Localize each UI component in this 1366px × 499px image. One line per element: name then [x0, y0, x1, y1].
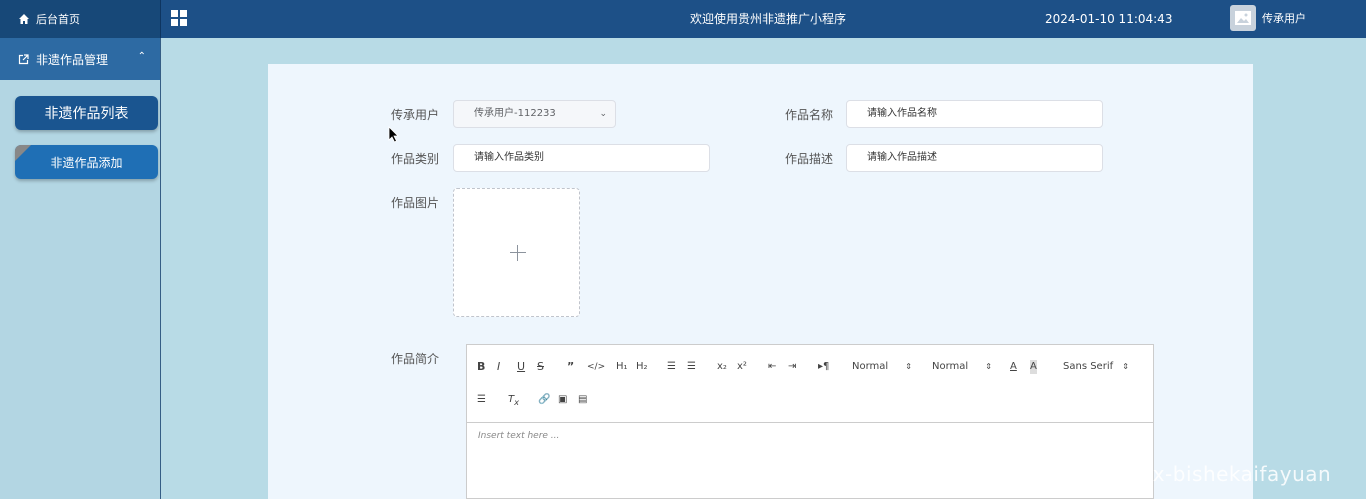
intro-label: 作品简介	[391, 352, 440, 366]
code-block-icon[interactable]: </>	[587, 360, 605, 374]
home-icon	[19, 14, 29, 24]
strike-icon[interactable]: S	[537, 360, 544, 374]
user-label: 传承用户	[391, 108, 440, 122]
bullet-list-icon[interactable]: ☰	[687, 360, 696, 374]
chevron-up-icon: ⌃	[137, 51, 146, 62]
bold-icon[interactable]: B	[477, 360, 485, 374]
image-upload[interactable]	[453, 188, 580, 317]
app-title: 欢迎使用贵州非遗推广小程序	[690, 12, 847, 26]
top-bar: 后台首页 欢迎使用贵州非遗推广小程序 2024-01-10 11:04:43 传…	[0, 0, 1366, 38]
corner-fold	[15, 145, 31, 161]
external-link-icon	[18, 53, 29, 64]
sidebar-item-label: 非遗作品添加	[50, 155, 123, 170]
updown-icon: ⇕	[985, 362, 992, 371]
updown-icon: ⇕	[905, 362, 912, 371]
blockquote-icon[interactable]: ”	[567, 360, 574, 374]
sidebar-group-label: 非遗作品管理	[36, 52, 109, 67]
ordered-list-icon[interactable]: ☰	[667, 360, 676, 374]
user-select-value: 传承用户-112233	[474, 108, 556, 119]
home-link[interactable]: 后台首页	[0, 0, 161, 38]
superscript-icon[interactable]: x²	[737, 360, 747, 374]
font-color-icon[interactable]: A	[1010, 360, 1017, 374]
font-select[interactable]: Sans Serif ⇕	[1063, 360, 1129, 374]
user-select[interactable]: 传承用户-112233 ⌄	[453, 100, 616, 128]
header1-icon[interactable]: H₁	[616, 360, 628, 374]
background-color-icon[interactable]: A	[1030, 360, 1037, 374]
updown-icon: ⇕	[1122, 362, 1129, 371]
header-select[interactable]: Normal ⇕	[852, 360, 912, 374]
image-icon	[1235, 11, 1251, 25]
rich-text-editor: B I U S ” </> H₁ H₂ ☰ ☰ x₂ x² ⇤ ⇥ ▸¶ Nor…	[466, 344, 1154, 499]
name-input[interactable]: 请输入作品名称	[846, 100, 1103, 128]
desc-label: 作品描述	[785, 152, 834, 166]
sidebar: 非遗作品管理 ⌃ 非遗作品列表 非遗作品添加	[0, 38, 161, 499]
video-icon[interactable]: ▤	[578, 393, 587, 407]
image-label: 作品图片	[391, 196, 440, 210]
clear-format-icon[interactable]: Tx	[508, 393, 519, 407]
italic-icon[interactable]: I	[497, 360, 500, 374]
editor-toolbar: B I U S ” </> H₁ H₂ ☰ ☰ x₂ x² ⇤ ⇥ ▸¶ Nor…	[467, 345, 1153, 423]
text-direction-icon[interactable]: ▸¶	[818, 360, 829, 374]
sidebar-item-label: 非遗作品列表	[44, 106, 129, 122]
desc-input[interactable]: 请输入作品描述	[846, 144, 1103, 172]
underline-icon[interactable]: U	[517, 360, 525, 374]
editor-body[interactable]: Insert text here ...	[478, 431, 559, 441]
header2-icon[interactable]: H₂	[636, 360, 648, 374]
sidebar-item-works-list[interactable]: 非遗作品列表	[15, 96, 158, 130]
watermark: CSDN @vx-bishekaifayuan	[1054, 462, 1332, 486]
indent-icon[interactable]: ⇥	[788, 360, 796, 374]
mouse-cursor-icon	[388, 126, 399, 143]
name-label: 作品名称	[785, 108, 834, 122]
chevron-down-icon: ⌄	[599, 109, 607, 119]
form-panel: 传承用户 传承用户-112233 ⌄ 作品名称 请输入作品名称 作品类别 请输入…	[268, 64, 1253, 499]
sidebar-item-works-add[interactable]: 非遗作品添加	[15, 145, 158, 179]
sidebar-group-works[interactable]: 非遗作品管理 ⌃	[0, 38, 160, 80]
menu-grid-icon[interactable]	[171, 10, 187, 26]
outdent-icon[interactable]: ⇤	[768, 360, 776, 374]
avatar[interactable]	[1230, 5, 1256, 31]
category-input[interactable]: 请输入作品类别	[453, 144, 710, 172]
plus-icon	[510, 252, 526, 253]
size-select[interactable]: Normal ⇕	[932, 360, 992, 374]
datetime: 2024-01-10 11:04:43	[1045, 12, 1173, 26]
user-name[interactable]: 传承用户	[1262, 0, 1306, 38]
image-insert-icon[interactable]: ▣	[558, 393, 567, 407]
home-label: 后台首页	[36, 13, 80, 26]
subscript-icon[interactable]: x₂	[717, 360, 727, 374]
category-label: 作品类别	[391, 152, 440, 166]
align-icon[interactable]: ☰	[477, 393, 486, 407]
link-icon[interactable]: 🔗	[538, 393, 550, 407]
